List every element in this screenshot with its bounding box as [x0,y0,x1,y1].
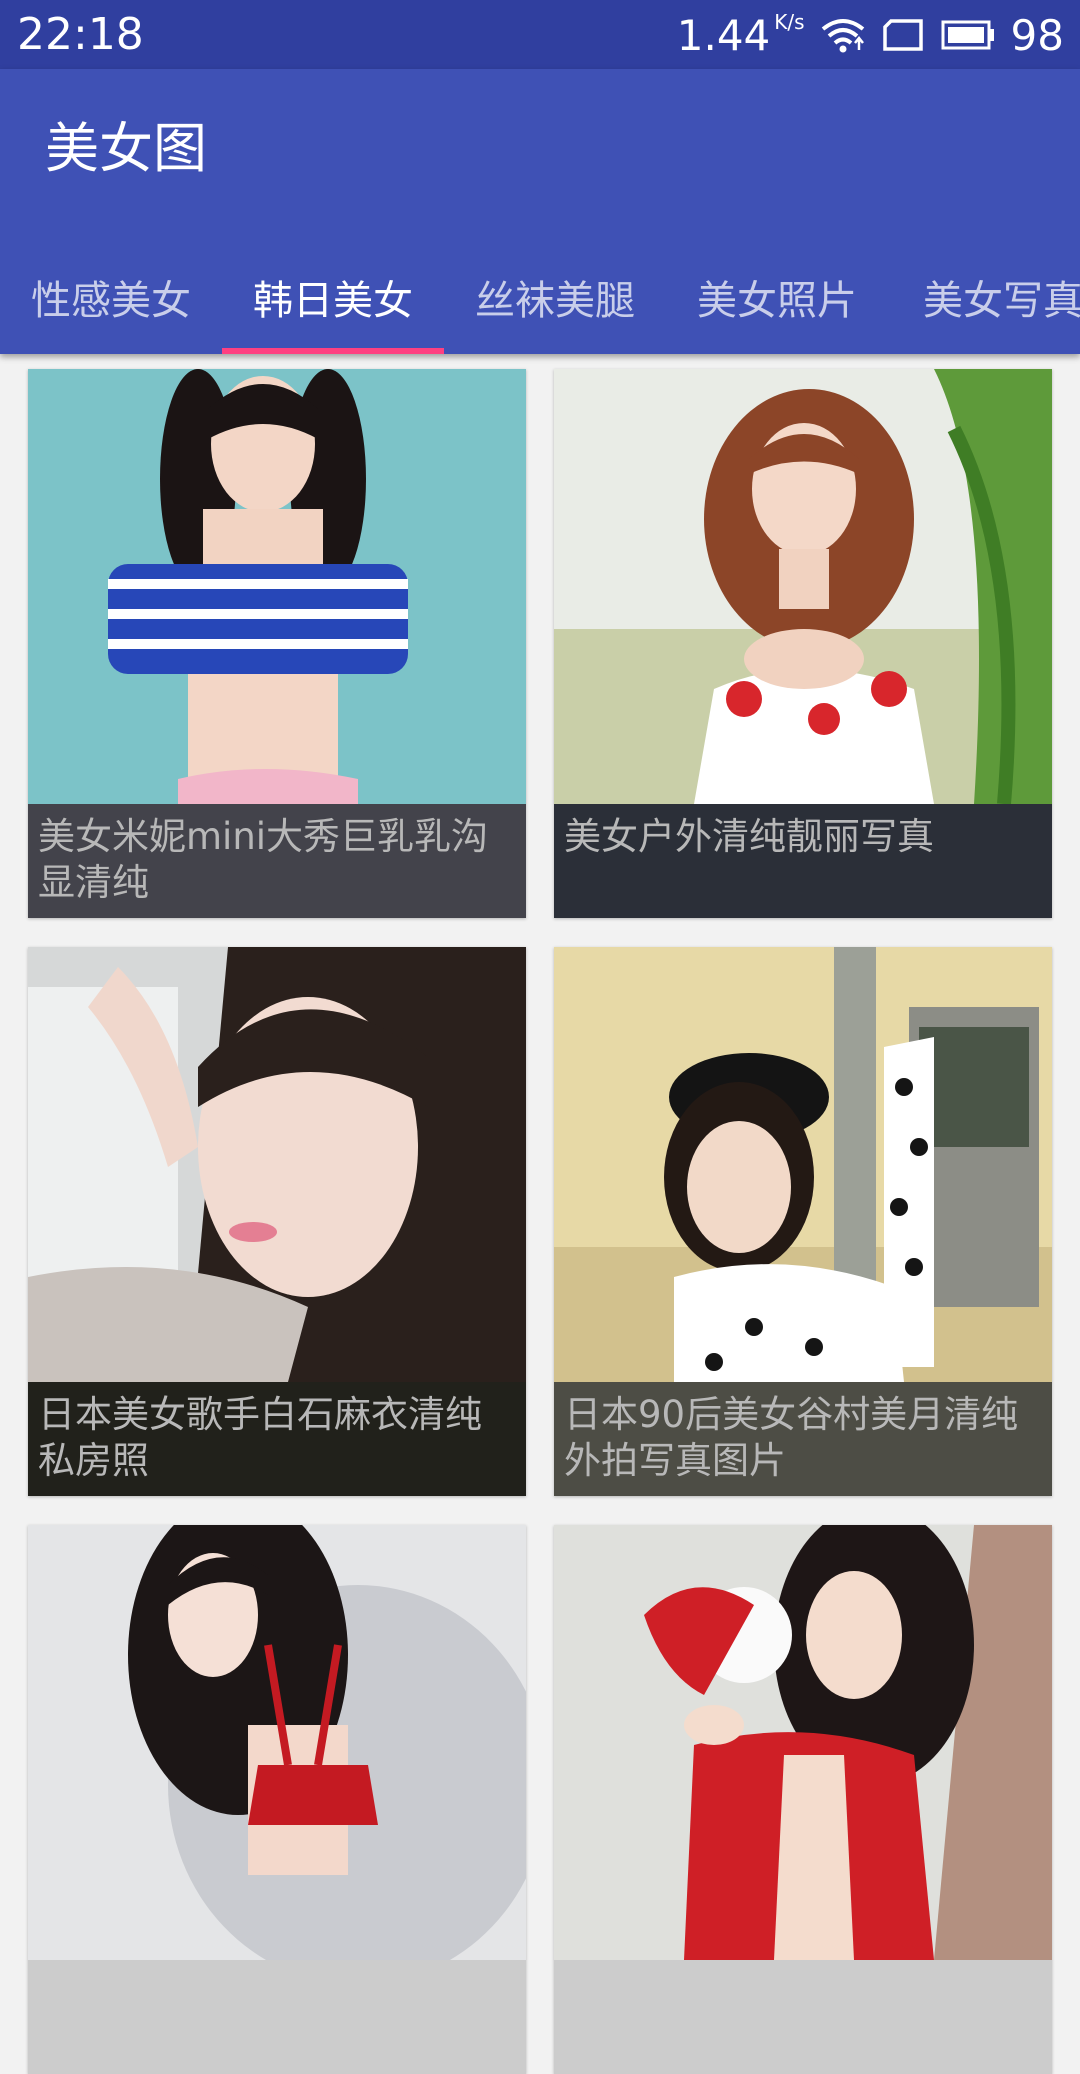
battery-level: 98 [1010,10,1064,60]
photo-caption [28,1960,526,2074]
network-speed-unit: K/s [774,9,805,34]
app-title: 美女图 [45,117,207,180]
photo-image [28,369,526,804]
wifi-icon [821,19,864,53]
tab-korea-japan[interactable]: 韩日美女 [222,239,444,354]
photo-card[interactable]: 美女户外清纯靓丽写真 [554,369,1052,918]
photo-caption: 美女米妮mini大秀巨乳乳沟显清纯 [28,804,526,918]
photo-card[interactable]: 日本90后美女谷村美月清纯外拍写真图片 [554,947,1052,1496]
photo-caption: 日本美女歌手白石麻衣清纯私房照 [28,1382,526,1496]
tab-sexy[interactable]: 性感美女 [0,239,222,354]
sim-icon [882,19,923,51]
photo-image [28,1525,526,1960]
status-time: 22:18 [17,9,144,60]
tab-portraits[interactable]: 美女写真 [888,239,1080,354]
photo-grid: 美女米妮mini大秀巨乳乳沟显清纯 美女户外清纯靓丽写真 日本美女歌手白石麻衣清… [0,354,1080,2074]
photo-caption: 美女户外清纯靓丽写真 [554,804,1052,918]
photo-caption [554,1960,1052,2074]
photo-image [554,1525,1052,1960]
photo-image [554,947,1052,1382]
photo-image [28,947,526,1382]
photo-card[interactable]: 日本美女歌手白石麻衣清纯私房照 [28,947,526,1496]
network-speed: 1.44 K/s [677,11,805,60]
status-icons: 1.44 K/s 98 [677,10,1064,60]
tab-photos[interactable]: 美女照片 [666,239,888,354]
app-bar: 美女图 性感美女 韩日美女 丝袜美腿 美女照片 美女写真 [0,69,1080,354]
tab-stockings[interactable]: 丝袜美腿 [444,239,666,354]
photo-caption: 日本90后美女谷村美月清纯外拍写真图片 [554,1382,1052,1496]
photo-card[interactable]: 美女米妮mini大秀巨乳乳沟显清纯 [28,369,526,918]
battery-icon [941,20,994,50]
status-bar: 22:18 1.44 K/s 98 [0,0,1080,69]
network-speed-value: 1.44 [676,10,771,60]
photo-image [554,369,1052,804]
